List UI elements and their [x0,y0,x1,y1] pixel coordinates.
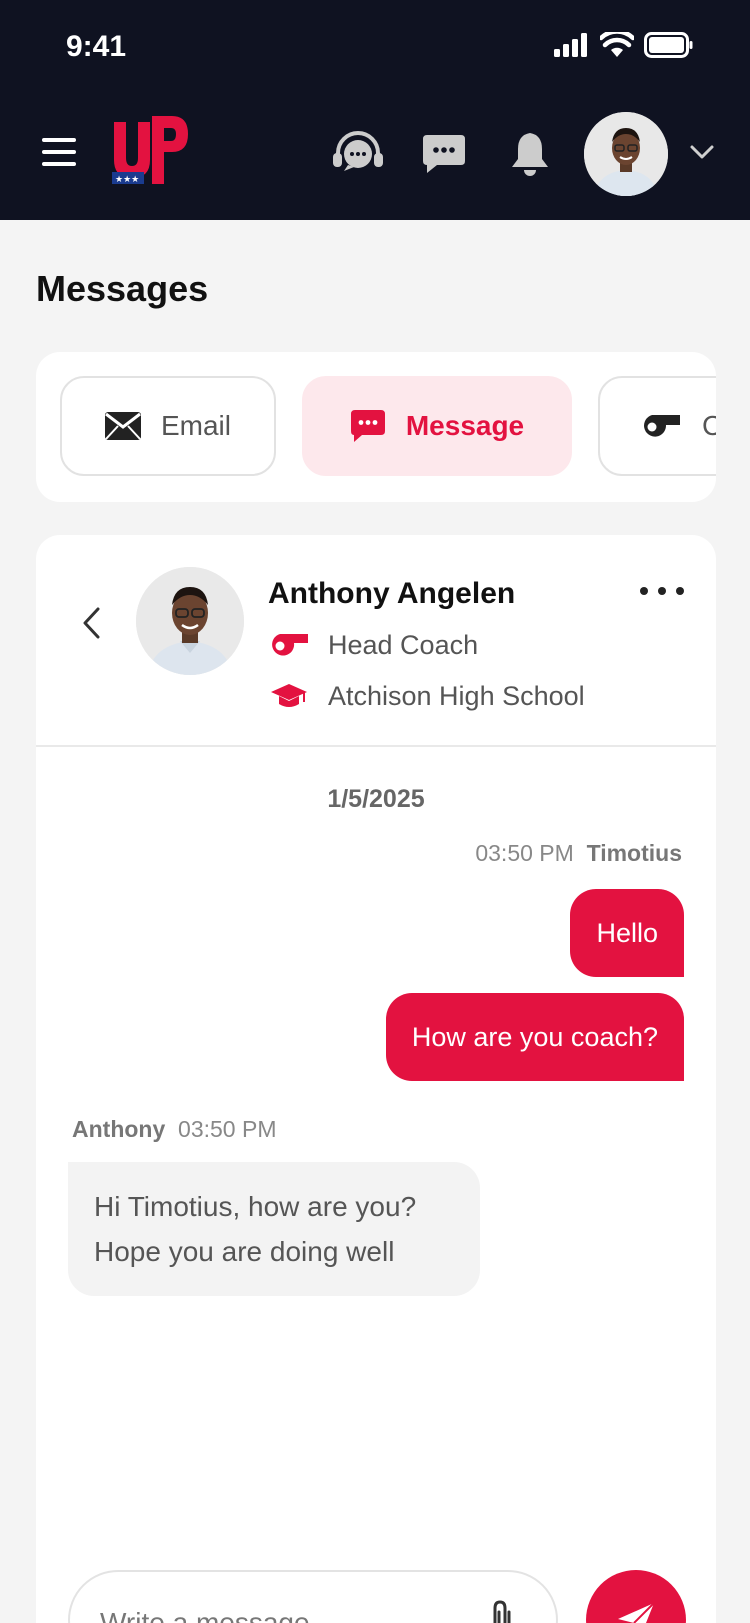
incoming-meta: Anthony 03:50 PM [72,1116,277,1143]
outgoing-time: 03:50 PM [475,840,574,866]
contact-name: Anthony Angelen [268,577,516,610]
tab-message[interactable]: Message [302,376,572,476]
tab-coach-label: C [702,410,716,441]
tab-email[interactable]: Email [60,376,276,476]
graduation-cap-icon [268,681,310,711]
battery-icon [644,32,693,58]
message-input[interactable] [100,1598,470,1623]
outgoing-meta: 03:50 PM Timotius [475,840,682,867]
contact-school-text: Atchison High School [328,680,585,711]
incoming-message[interactable]: Hi Timotius, how are you? Hope you are d… [68,1162,480,1296]
send-icon [618,1602,655,1623]
contact-avatar[interactable] [136,567,244,675]
support-headset-icon[interactable] [332,128,384,180]
tab-coach[interactable]: C [598,376,716,476]
date-separator: 1/5/2025 [327,785,425,813]
envelope-icon [104,412,141,440]
incoming-sender: Anthony [72,1116,166,1142]
chat-bubble-icon [350,410,385,442]
page-title: Messages [36,268,209,309]
tab-email-label: Email [160,410,231,441]
whistle-icon [644,415,680,437]
hamburger-menu-icon[interactable] [42,138,76,166]
more-options-icon[interactable] [640,579,684,603]
contact-role: Head Coach [268,628,478,662]
svg-text:★★★: ★★★ [115,175,139,185]
incoming-message-line: Hope you are doing well [94,1236,395,1267]
back-chevron-icon[interactable] [76,603,106,643]
app-header: 9:41 ★★★ [0,0,750,220]
cellular-signal-icon [554,33,587,57]
status-icons [554,30,694,60]
user-avatar[interactable] [584,112,668,196]
send-button[interactable] [586,1570,686,1623]
brand-logo[interactable]: ★★★ [112,114,192,190]
contact-school: Atchison High School [268,679,585,713]
outgoing-message[interactable]: How are you coach? [385,993,684,1081]
tab-message-label: Message [405,410,525,441]
message-composer [68,1570,558,1623]
whistle-icon [268,630,310,660]
chat-panel: Anthony Angelen Head Coach Atchison High… [36,535,716,1623]
outgoing-sender: Timotius [586,840,682,866]
status-time: 9:41 [66,30,127,63]
paperclip-icon[interactable] [482,1594,522,1623]
outgoing-message[interactable]: Hello [570,889,684,977]
channel-tabs: Email Message C [36,352,716,502]
incoming-time: 03:50 PM [178,1116,277,1142]
incoming-message-line: Hi Timotius, how are you? [94,1191,417,1222]
bell-icon[interactable] [504,128,556,180]
wifi-icon [600,32,634,57]
contact-role-text: Head Coach [328,629,479,660]
chat-header: Anthony Angelen Head Coach Atchison High… [36,535,716,747]
chat-icon[interactable] [418,128,470,180]
chevron-down-icon[interactable] [686,140,718,164]
